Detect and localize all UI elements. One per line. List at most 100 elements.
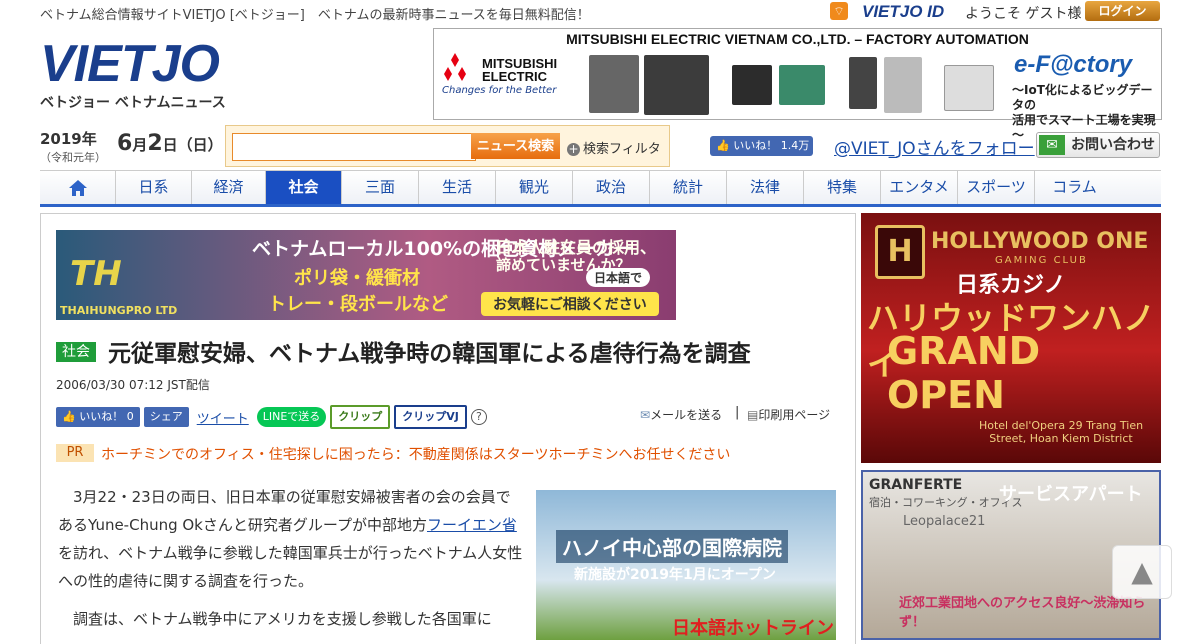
share-buttons: 👍 いいね！ 0 シェア ツイート LINEで送る クリップ クリップVJ ? [56, 405, 487, 429]
efactory-logo: e-F@ctory [1014, 51, 1133, 78]
site-tagline: ベトナム総合情報サイトVIETJO [ベトジョー] ベトナムの最新時事ニュースを… [40, 8, 590, 23]
print-page-label: 印刷用ページ [758, 408, 831, 422]
product-image [779, 65, 825, 105]
date-month: 6 [117, 131, 133, 156]
mail-icon: ✉ [640, 408, 651, 422]
date-month-unit: 月 [132, 136, 148, 154]
search-filter-link[interactable]: + 検索フィルタ [567, 138, 661, 157]
hospital-ad-sub: 新施設が2019年1月にオープン [574, 567, 776, 583]
pr-link[interactable]: ホーチミンでのオフィス・住宅探しに困ったら：不動産関係はスターツホーチミンへお任… [101, 444, 730, 464]
fb-like-label: いいね！ [79, 410, 124, 423]
ad-japanese-badge: 日本語で [586, 268, 651, 287]
article-paragraph: 調査は、ベトナム戦争中にアメリカを支援し参戦した各国軍に [73, 610, 492, 628]
search-bar: ニュース検索 + 検索フィルタ [225, 125, 670, 167]
nav-item-sports[interactable]: スポーツ [958, 171, 1035, 204]
hollywood-emblem-icon: H [875, 225, 925, 279]
casino-name: HOLLYWOOD ONE [931, 229, 1149, 254]
product-image [944, 65, 994, 111]
facebook-like-button[interactable]: 👍 いいね！ 1.4万 [710, 136, 813, 156]
date-month-day: 6月2日（日） [117, 131, 223, 156]
mitsubishi-brand: MITSUBISHI ELECTRIC [482, 56, 558, 84]
contact-button[interactable]: ✉ お問い合わせ [1036, 132, 1160, 158]
contact-label: お問い合わせ [1071, 137, 1155, 153]
envelope-icon: ✉ [1039, 135, 1065, 155]
leopalace-logo: Leopalace21 [903, 514, 986, 529]
product-image [884, 57, 922, 113]
date-year-block: 2019年 （令和元年） [40, 128, 106, 165]
tweet-link[interactable]: ツイート [193, 408, 253, 427]
ad-line3: トレー・段ボールなど [268, 294, 448, 315]
fb-like-button[interactable]: 👍 いいね！ 0 [56, 407, 140, 427]
line-share-button[interactable]: LINEで送る [256, 407, 327, 427]
search-filter-label: 検索フィルタ [583, 142, 661, 157]
send-mail-label: メールを送る [650, 408, 723, 422]
nav-item-entertainment[interactable]: エンタメ [881, 171, 958, 204]
product-image [732, 65, 772, 105]
clip-button[interactable]: クリップ [330, 405, 391, 429]
link-separator: | [735, 405, 740, 420]
packaging-ad-banner[interactable]: TH THAIHUNGPRO LTD ベトナムローカル100%の梱包資材メーカー… [56, 230, 676, 320]
mitsubishi-tagline: Changes for the Better [442, 85, 557, 96]
date-weekday: （日） [177, 136, 223, 154]
print-page-link[interactable]: ▤印刷用ページ [747, 406, 830, 423]
casino-address: Hotel del'Opera 29 Trang Tien Street, Ho… [978, 419, 1144, 445]
clip-vj-button[interactable]: クリップVJ [394, 405, 467, 429]
twitter-follow-link[interactable]: @VIET_JOさんをフォロー [834, 134, 1035, 159]
hospital-ad-hotline: 日本語ホットライン [672, 618, 834, 639]
top-banner-ad[interactable]: MITSUBISHI ELECTRIC VIETNAM CO.,LTD. – F… [433, 28, 1162, 142]
product-image [589, 55, 639, 113]
home-icon [68, 179, 87, 196]
vietjo-id-logo[interactable]: VIETJO ID [862, 2, 944, 22]
date-day-unit: 日 [162, 136, 178, 154]
nav-item-column[interactable]: コラム [1035, 171, 1114, 204]
help-icon[interactable]: ? [470, 409, 487, 425]
plus-icon: + [567, 142, 580, 156]
category-badge[interactable]: 社会 [56, 342, 96, 362]
thumbs-up-icon: 👍 [716, 139, 734, 152]
thumbs-up-icon: 👍 [62, 410, 80, 423]
nav-item-statistics[interactable]: 統計 [650, 171, 727, 204]
date-day: 2 [147, 131, 163, 156]
date-era: （令和元年） [40, 151, 106, 164]
thaihung-name: THAIHUNGPRO LTD [60, 304, 178, 317]
ad-line2: ポリ袋・緩衝材 [294, 268, 420, 289]
nav-item-law[interactable]: 法律 [727, 171, 804, 204]
nav-item-tourism[interactable]: 観光 [496, 171, 573, 204]
article-body: 3月22・23日の両日、旧日本軍の従軍慰安婦被害者の会の会員であるYune-Ch… [58, 483, 524, 643]
login-button[interactable]: ログイン [1085, 1, 1160, 21]
fb-like-label: いいね！ [733, 139, 778, 152]
welcome-text: ようこそ ゲスト様 [965, 6, 1082, 22]
casino-ad[interactable]: H HOLLYWOOD ONE GAMING CLUB 日系カジノ ハリウッドワ… [861, 213, 1161, 463]
send-mail-link[interactable]: ✉メールを送る [640, 406, 722, 423]
ad-cta: お気軽にご相談ください [481, 292, 659, 316]
nav-item-economy[interactable]: 経済 [192, 171, 266, 204]
hospital-ad-headline: ハノイ中心部の国際病院 [556, 530, 788, 563]
granferte-logo: GRANFERTE [869, 477, 963, 493]
article-paragraph: 3月22・23日の両日、旧日本軍の従軍慰安婦被害者の会の会員であるYune-Ch… [58, 483, 524, 595]
phu-yen-link[interactable]: フーイエン省 [427, 516, 517, 534]
casino-open: GRAND OPEN [887, 329, 1041, 417]
site-logo-subtitle: ベトジョー ベトナムニュース [40, 95, 226, 111]
date-year: 2019年 [40, 130, 97, 148]
nav-item-society[interactable]: 社会 [266, 171, 342, 204]
rss-icon[interactable]: ⌔ [830, 2, 848, 20]
nav-item-politics[interactable]: 政治 [573, 171, 650, 204]
scroll-to-top-button[interactable]: ▲ [1112, 545, 1172, 599]
nav-item-life[interactable]: 生活 [419, 171, 496, 204]
nav-home[interactable] [40, 171, 116, 204]
search-input[interactable] [232, 133, 476, 161]
nav-item-feature[interactable]: 特集 [804, 171, 881, 204]
nav-item-sanmen[interactable]: 三面 [342, 171, 419, 204]
printer-icon: ▤ [747, 408, 759, 422]
fb-share-button[interactable]: シェア [143, 407, 189, 427]
paragraph-text: を訪れ、ベトナム戦争に参戦した韓国軍兵士が行ったベトナム人女性への性的虐待に関す… [58, 544, 523, 590]
mitsubishi-logo-icon [444, 53, 466, 81]
hospital-ad[interactable]: ハノイ中心部の国際病院 新施設が2019年1月にオープン 日本語ホットライン [536, 490, 836, 640]
news-search-button[interactable]: ニュース検索 [471, 133, 560, 159]
banner-headline: MITSUBISHI ELECTRIC VIETNAM CO.,LTD. – F… [566, 31, 1029, 47]
site-logo[interactable]: VIETJO [40, 38, 220, 90]
fb-like-count: 1.4万 [780, 139, 810, 152]
article-date: 2006/03/30 07:12 JST配信 [56, 378, 210, 392]
nav-item-nikkei[interactable]: 日系 [116, 171, 192, 204]
product-image [644, 55, 709, 115]
